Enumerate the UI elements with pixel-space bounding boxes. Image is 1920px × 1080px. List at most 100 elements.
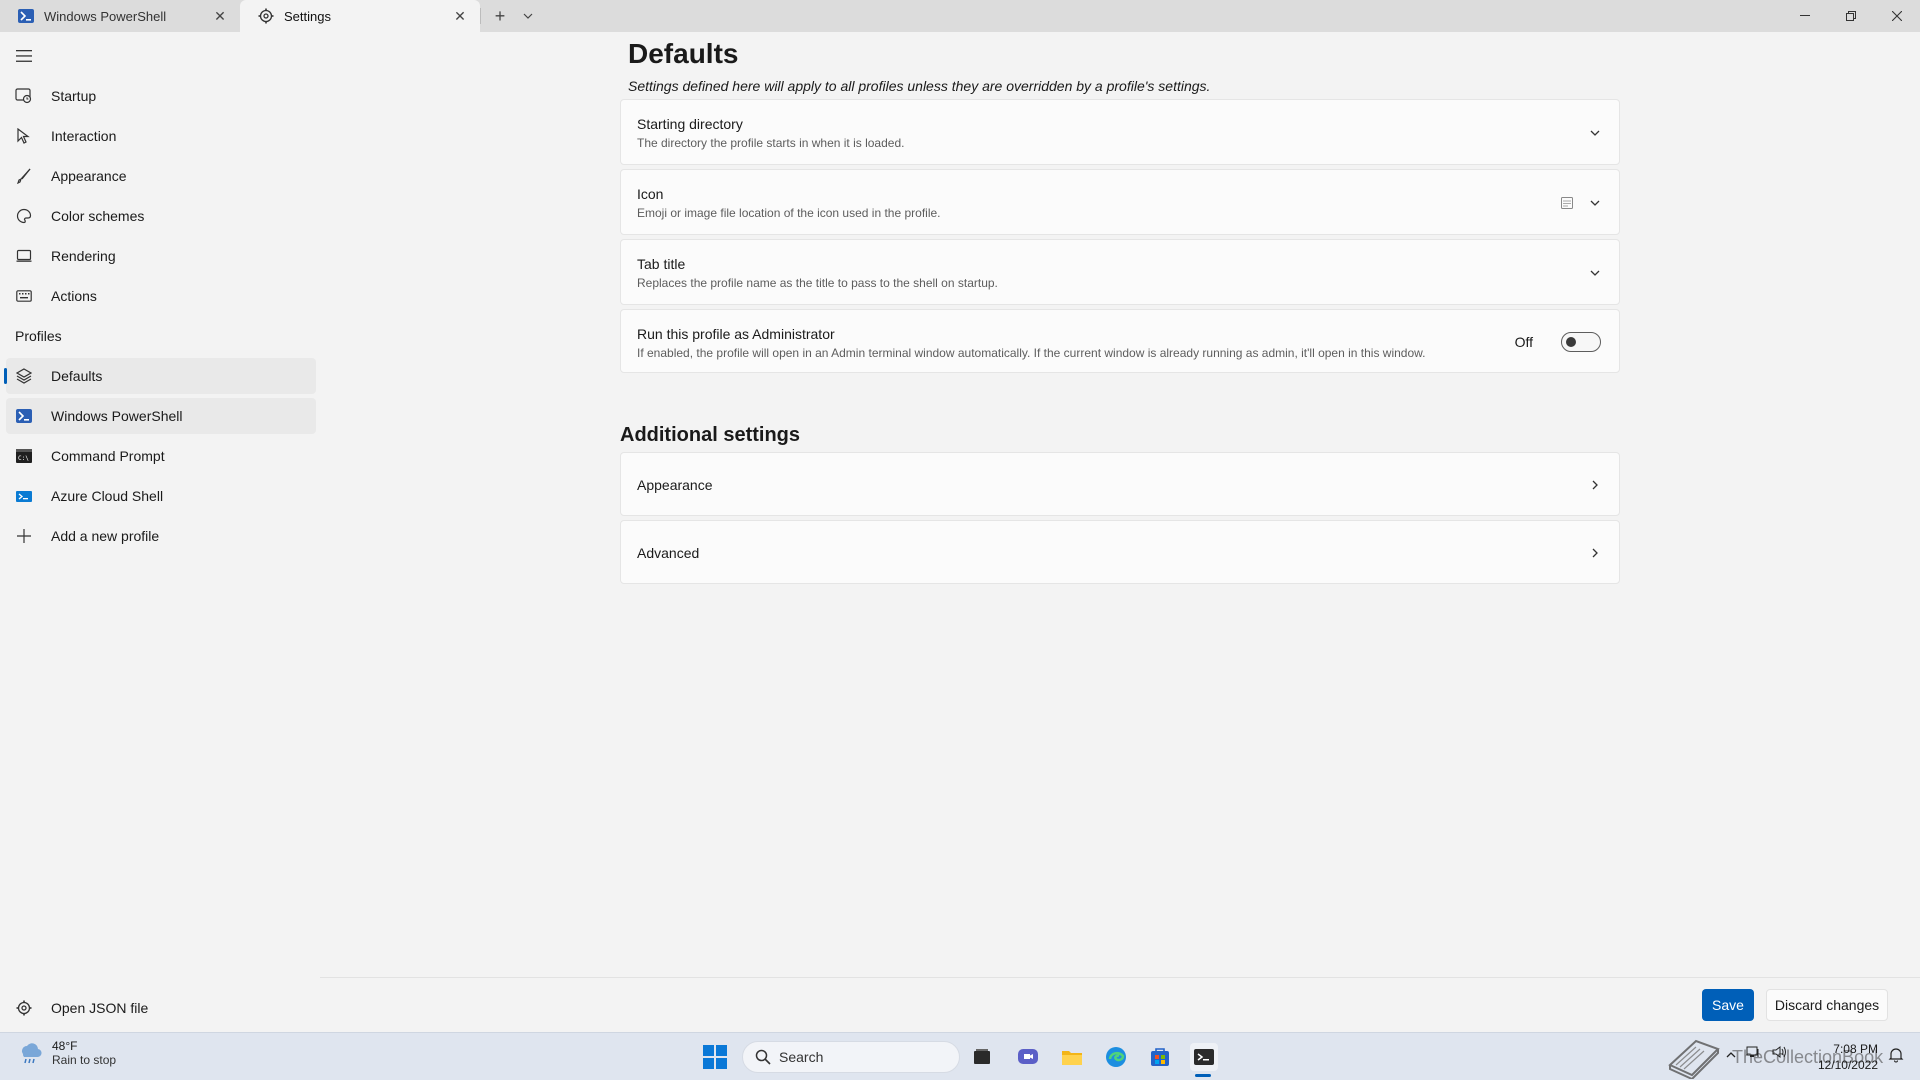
system-tray [1726, 1045, 1788, 1062]
chevron-up-icon[interactable] [1726, 1047, 1736, 1061]
chevron-down-icon[interactable] [1587, 125, 1603, 141]
setting-advanced-link[interactable]: Advanced [620, 520, 1620, 584]
tab-windows-powershell[interactable]: Windows PowerShell ✕ [0, 0, 240, 32]
setting-description: The directory the profile starts in when… [637, 136, 905, 150]
setting-run-as-administrator: Run this profile as Administrator If ena… [620, 309, 1620, 373]
toggle-state-label: Off [1514, 334, 1533, 350]
close-icon[interactable]: ✕ [210, 6, 230, 26]
terminal-app-icon[interactable] [1190, 1043, 1218, 1071]
sidebar-item-defaults[interactable]: Defaults [4, 358, 316, 394]
minimize-button[interactable] [1782, 0, 1828, 32]
azure-icon [15, 487, 33, 505]
powershell-icon [18, 8, 34, 24]
chevron-down-icon[interactable] [515, 0, 541, 32]
title-bar: Windows PowerShell ✕ Settings ✕ + [0, 0, 1920, 32]
divider [320, 977, 1920, 978]
profiles-header: Profiles [15, 328, 62, 344]
rain-cloud-icon [16, 1039, 44, 1067]
sidebar-item-label: Azure Cloud Shell [51, 488, 164, 504]
chevron-down-icon[interactable] [1587, 265, 1603, 281]
notification-bell-icon[interactable] [1888, 1047, 1906, 1065]
tab-settings[interactable]: Settings ✕ [240, 0, 480, 32]
sidebar-item-add-new-profile[interactable]: Add a new profile [6, 518, 316, 554]
clock-date: 12/10/2022 [1817, 1058, 1878, 1072]
sidebar-item-interaction[interactable]: Interaction [6, 118, 316, 154]
file-explorer-icon[interactable] [1058, 1043, 1086, 1071]
sidebar-item-label: Add a new profile [51, 528, 160, 544]
keyboard-icon [15, 287, 33, 305]
tab-label: Settings [284, 8, 331, 24]
open-json-label: Open JSON file [51, 1000, 149, 1016]
cursor-icon [15, 127, 33, 145]
sidebar-item-label: Windows PowerShell [51, 408, 183, 424]
setting-appearance-link[interactable]: Appearance [620, 452, 1620, 516]
additional-settings-heading: Additional settings [620, 424, 800, 446]
setting-icon[interactable]: Icon Emoji or image file location of the… [620, 169, 1620, 235]
discard-changes-button[interactable]: Discard changes [1766, 989, 1888, 1021]
windows-logo-icon [703, 1045, 727, 1069]
brush-icon [15, 167, 33, 185]
weather-widget[interactable]: 48°F Rain to stop [16, 1039, 116, 1067]
new-tab-button[interactable]: + [485, 0, 515, 32]
setting-title: Run this profile as Administrator [637, 326, 835, 342]
restore-button[interactable] [1828, 0, 1874, 32]
setting-tab-title[interactable]: Tab title Replaces the profile name as t… [620, 239, 1620, 305]
run-as-admin-toggle[interactable] [1561, 332, 1601, 352]
hamburger-menu-button[interactable] [12, 46, 36, 66]
volume-icon[interactable] [1772, 1045, 1788, 1062]
sidebar-item-label: Interaction [51, 128, 117, 144]
setting-starting-directory[interactable]: Starting directory The directory the pro… [620, 99, 1620, 165]
start-button[interactable] [703, 1045, 727, 1069]
taskbar-clock[interactable]: 7:08 PM 12/10/2022 [1818, 1041, 1878, 1073]
gear-icon [258, 8, 274, 24]
chevron-right-icon [1587, 477, 1603, 493]
weather-temperature: 48°F [52, 1039, 78, 1053]
open-json-file-button[interactable]: Open JSON file [6, 990, 148, 1026]
sidebar-item-actions[interactable]: Actions [6, 278, 316, 314]
palette-icon [15, 207, 33, 225]
powershell-icon [15, 407, 33, 425]
plus-icon [15, 527, 33, 545]
save-button[interactable]: Save [1702, 989, 1754, 1021]
sidebar-item-color-schemes[interactable]: Color schemes [6, 198, 316, 234]
store-icon[interactable] [1146, 1043, 1174, 1071]
setting-title: Advanced [637, 545, 700, 561]
setting-title: Appearance [637, 477, 713, 493]
setting-description: Replaces the profile name as the title t… [637, 276, 998, 290]
sidebar-item-azure-cloud-shell[interactable]: Azure Cloud Shell [6, 478, 316, 514]
toggle-knob [1566, 337, 1576, 347]
weather-text: 48°F Rain to stop [52, 1039, 116, 1067]
image-preview-icon [1559, 195, 1575, 211]
page-title: Defaults [628, 38, 739, 69]
startup-icon [15, 87, 33, 105]
chevron-down-icon[interactable] [1587, 195, 1603, 211]
sidebar-item-startup[interactable]: Startup [6, 78, 316, 114]
network-icon[interactable] [1746, 1045, 1762, 1062]
sidebar-item-label: Rendering [51, 248, 116, 264]
setting-title: Icon [637, 186, 664, 202]
weather-condition: Rain to stop [52, 1053, 117, 1067]
chevron-right-icon [1587, 545, 1603, 561]
sidebar-item-command-prompt[interactable]: C:\ Command Prompt [6, 438, 316, 474]
edge-browser-icon[interactable] [1102, 1043, 1130, 1071]
sidebar-item-rendering[interactable]: Rendering [6, 238, 316, 274]
tab-label: Windows PowerShell [44, 8, 167, 24]
divider [480, 8, 481, 24]
sidebar-item-label: Color schemes [51, 208, 145, 224]
cmd-icon: C:\ [15, 447, 33, 465]
sidebar-item-label: Defaults [51, 368, 103, 384]
setting-title: Starting directory [637, 116, 743, 132]
taskbar-search-box[interactable]: Search [742, 1041, 960, 1073]
sidebar-item-windows-powershell[interactable]: Windows PowerShell [6, 398, 316, 434]
sidebar-item-label: Command Prompt [51, 448, 165, 464]
close-icon[interactable]: ✕ [450, 6, 470, 26]
setting-description: Emoji or image file location of the icon… [637, 206, 941, 220]
search-placeholder: Search [779, 1049, 824, 1065]
menu-icon [16, 50, 32, 62]
task-view-icon[interactable] [968, 1043, 996, 1071]
close-window-button[interactable] [1874, 0, 1920, 32]
teams-chat-icon[interactable] [1014, 1043, 1042, 1071]
active-app-indicator [1195, 1074, 1211, 1077]
sidebar-item-label: Appearance [51, 168, 127, 184]
sidebar-item-appearance[interactable]: Appearance [6, 158, 316, 194]
